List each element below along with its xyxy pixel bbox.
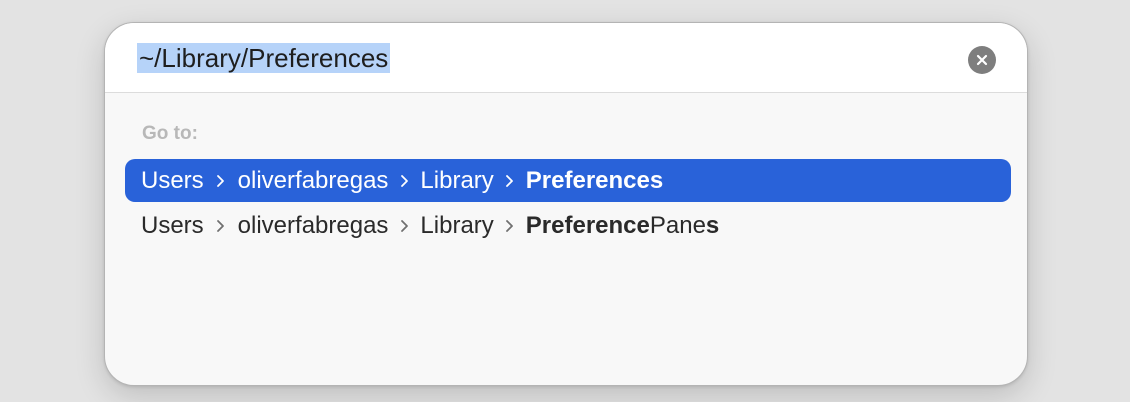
search-row: ~/Library/Preferences [105,23,1027,93]
path-segment-preferences: Preferences [525,166,664,194]
path-segment-users: Users [141,166,204,194]
chevron-right-icon [388,159,420,202]
path-segment-users: Users [141,211,204,239]
match-highlight: Preference [525,211,650,239]
chevron-right-icon [494,204,526,247]
result-row-preferencepanes[interactable]: Users oliverfabregas Library PreferenceP… [125,204,1011,247]
path-segment-library: Library [420,166,494,194]
match-highlight-trailing: s [705,211,720,239]
chevron-right-icon [388,204,420,247]
go-to-label: Go to: [142,123,198,144]
path-input-selected-text: ~/Library/Preferences [137,43,391,73]
chevron-right-icon [494,159,526,202]
close-icon [976,54,988,66]
path-segment-preferencepanes: PreferencePanes [526,212,720,240]
path-input[interactable]: ~/Library/Preferences [137,41,391,75]
result-row-preferences[interactable]: Users oliverfabregas Library Preferences [125,159,1011,202]
path-segment-user: oliverfabregas [237,166,389,194]
chevron-right-icon [204,204,238,247]
unmatched-text: Pane [649,211,706,239]
path-segment-library: Library [420,211,494,239]
go-to-folder-dialog: ~/Library/Preferences Go to: Users olive… [104,22,1028,386]
path-segment-user: oliverfabregas [237,211,389,239]
chevron-right-icon [204,159,238,202]
clear-button[interactable] [968,46,996,74]
